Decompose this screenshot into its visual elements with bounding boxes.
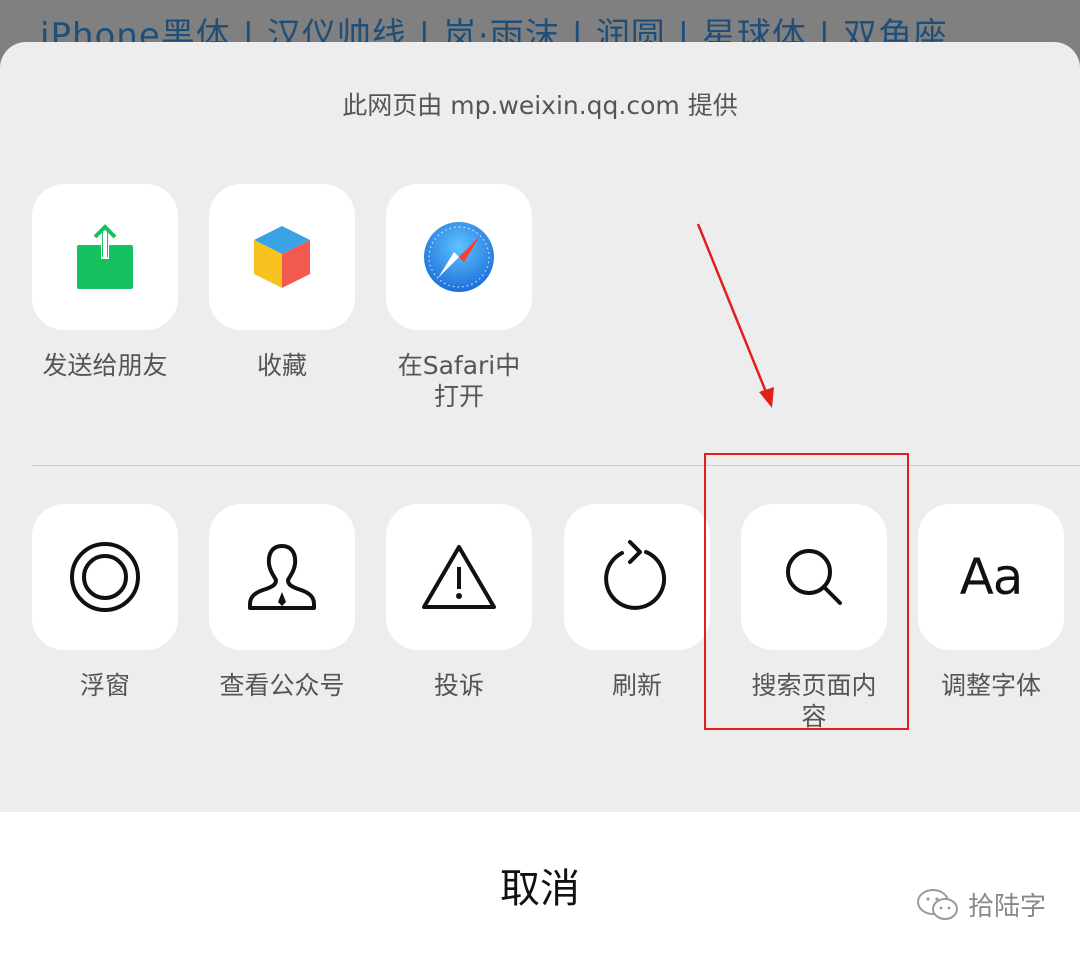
wechat-icon xyxy=(916,888,958,920)
watermark: 拾陆字 xyxy=(916,886,1046,923)
watermark-text: 拾陆字 xyxy=(967,892,1046,922)
annotation-arrow xyxy=(696,223,774,408)
